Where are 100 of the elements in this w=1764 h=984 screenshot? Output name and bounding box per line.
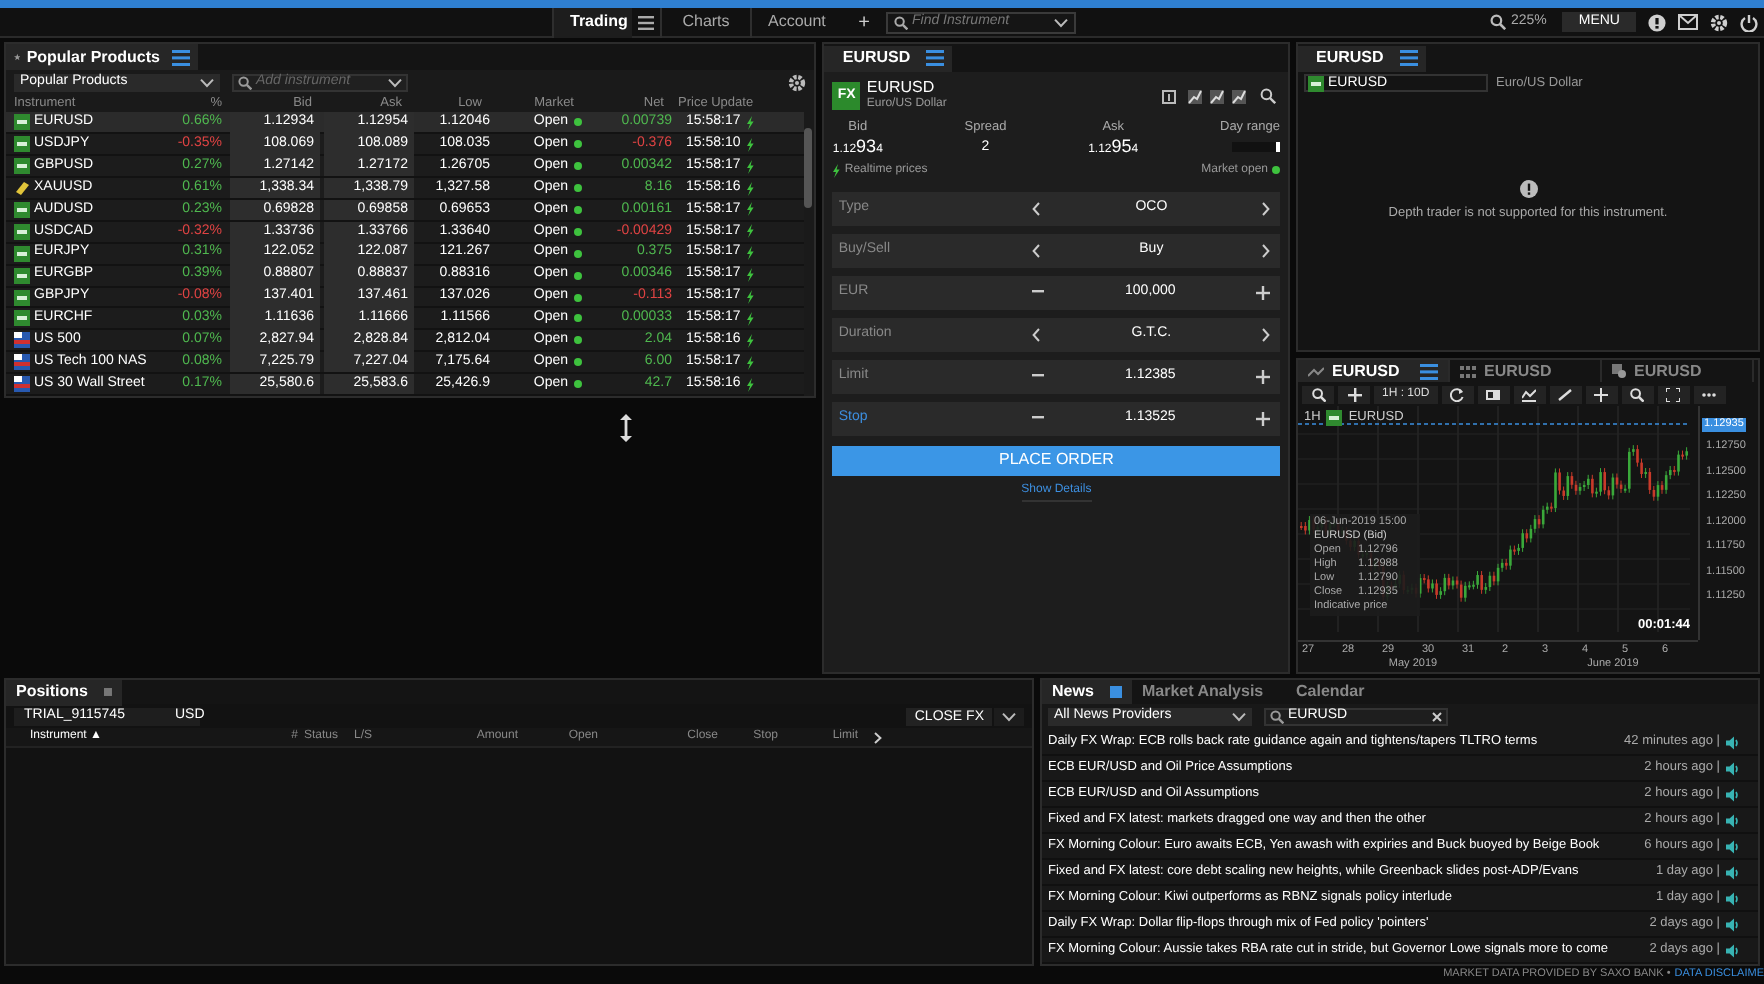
chevron-down-icon bbox=[1232, 712, 1246, 722]
draw-line-icon bbox=[1558, 388, 1573, 402]
chevron-right-icon[interactable] bbox=[1262, 243, 1270, 258]
speaker-icon[interactable] bbox=[1726, 865, 1740, 879]
crosshair-button[interactable] bbox=[1585, 386, 1618, 404]
refresh-icon bbox=[1450, 388, 1465, 402]
fullscreen-icon bbox=[1666, 388, 1681, 402]
menu-icon[interactable] bbox=[638, 15, 654, 29]
speaker-icon[interactable] bbox=[1726, 735, 1740, 749]
chart-icon[interactable] bbox=[1188, 89, 1202, 103]
star-icon bbox=[14, 50, 21, 64]
search-icon bbox=[1311, 388, 1325, 402]
flag-icon bbox=[14, 376, 30, 393]
info-icon[interactable] bbox=[1162, 89, 1176, 103]
chevron-down-icon bbox=[388, 77, 402, 88]
grid-icon bbox=[1460, 365, 1476, 377]
crosshair-icon bbox=[1594, 388, 1609, 402]
line-chart-icon bbox=[1308, 365, 1324, 377]
scrollbar-thumb[interactable] bbox=[804, 128, 813, 209]
dropdown-button[interactable] bbox=[994, 708, 1024, 726]
zoom-icon[interactable] bbox=[1490, 14, 1507, 30]
panel-tab[interactable]: EURUSD bbox=[824, 45, 953, 71]
chevron-left-icon[interactable] bbox=[1032, 327, 1041, 342]
ingot-icon bbox=[14, 180, 30, 197]
chevron-down-icon bbox=[1002, 712, 1016, 722]
speaker-icon[interactable] bbox=[1726, 761, 1740, 775]
search-icon bbox=[238, 75, 252, 90]
close-icon[interactable] bbox=[1432, 712, 1442, 722]
panel-tab[interactable]: Popular Products bbox=[6, 44, 198, 70]
chevron-right-icon[interactable] bbox=[874, 731, 882, 743]
chevron-left-icon[interactable] bbox=[1032, 201, 1041, 216]
chevron-right-icon[interactable] bbox=[1262, 201, 1270, 216]
menu-icon[interactable] bbox=[172, 49, 190, 65]
alert-icon bbox=[1519, 180, 1537, 198]
mail-icon[interactable] bbox=[1678, 14, 1698, 30]
plus-icon[interactable] bbox=[1256, 411, 1270, 426]
speaker-icon[interactable] bbox=[1726, 787, 1740, 801]
plus-icon[interactable] bbox=[1256, 369, 1270, 384]
panel-tab[interactable]: Positions bbox=[6, 679, 122, 705]
speaker-icon[interactable] bbox=[1726, 943, 1740, 957]
fx-icon bbox=[1308, 75, 1324, 92]
search-button[interactable] bbox=[1302, 386, 1334, 404]
toggle-icon bbox=[1486, 388, 1501, 402]
minus-icon[interactable] bbox=[1032, 290, 1045, 295]
minus-icon[interactable] bbox=[1032, 416, 1045, 421]
menu-icon[interactable] bbox=[926, 50, 945, 66]
help-icon[interactable] bbox=[1648, 13, 1666, 31]
indicators-icon bbox=[1522, 388, 1537, 402]
search-icon[interactable] bbox=[1260, 88, 1276, 104]
toggle-button[interactable] bbox=[1477, 386, 1510, 404]
tag-icon bbox=[1612, 364, 1626, 378]
menu-icon[interactable] bbox=[1399, 50, 1418, 66]
nav-tab[interactable]: Charts bbox=[660, 7, 750, 37]
speaker-icon[interactable] bbox=[1726, 891, 1740, 905]
draw-line-button[interactable] bbox=[1549, 386, 1582, 404]
nav-tab[interactable]: Trading bbox=[552, 7, 632, 37]
chevron-down-icon bbox=[1054, 17, 1068, 27]
settings-icon[interactable] bbox=[1710, 13, 1728, 31]
fullscreen-button[interactable] bbox=[1657, 386, 1690, 404]
square-icon bbox=[1110, 686, 1122, 698]
chevron-down-icon bbox=[200, 77, 214, 88]
minus-icon[interactable] bbox=[1032, 374, 1045, 379]
flag-icon bbox=[14, 354, 30, 371]
search-icon bbox=[894, 15, 908, 29]
more-icon bbox=[1702, 388, 1717, 402]
zoom-button[interactable] bbox=[1621, 386, 1654, 404]
plus-icon bbox=[1347, 388, 1361, 402]
more-button[interactable] bbox=[1693, 386, 1726, 404]
resize-handle-icon[interactable] bbox=[619, 414, 632, 442]
chevron-left-icon[interactable] bbox=[1032, 243, 1041, 258]
lightning-icon bbox=[832, 163, 841, 178]
power-icon[interactable] bbox=[1740, 13, 1758, 31]
zoom-icon bbox=[1630, 388, 1645, 402]
flag-icon bbox=[14, 332, 30, 349]
settings-icon[interactable] bbox=[788, 73, 807, 92]
nav-tab[interactable]: Account bbox=[750, 7, 840, 37]
panel-tab[interactable]: EURUSD bbox=[1298, 45, 1426, 71]
panel-tab[interactable]: Calendar bbox=[1286, 680, 1440, 704]
speaker-icon[interactable] bbox=[1726, 917, 1740, 931]
panel-tab[interactable]: EURUSD bbox=[1298, 360, 1450, 382]
panel-tab[interactable]: Market Analysis bbox=[1132, 680, 1286, 704]
chevron-right-icon[interactable] bbox=[1262, 327, 1270, 342]
instrument-name: EURUSD bbox=[866, 80, 937, 96]
search-icon bbox=[1270, 710, 1284, 724]
panel-tab[interactable]: EURUSD bbox=[1450, 360, 1602, 382]
menu-icon[interactable] bbox=[1420, 363, 1438, 379]
speaker-icon[interactable] bbox=[1726, 813, 1740, 827]
plus-icon[interactable] bbox=[1256, 285, 1270, 300]
fx-icon bbox=[1326, 409, 1343, 426]
add-button[interactable]: + bbox=[852, 7, 876, 37]
speaker-icon[interactable] bbox=[1726, 839, 1740, 853]
plus-button[interactable] bbox=[1338, 386, 1370, 404]
square-icon bbox=[104, 686, 112, 698]
day-range-bar bbox=[1232, 141, 1280, 152]
chart-icon[interactable] bbox=[1210, 89, 1224, 103]
refresh-button[interactable] bbox=[1441, 386, 1474, 404]
panel-tab[interactable]: EURUSD bbox=[1602, 360, 1754, 382]
indicators-button[interactable] bbox=[1513, 386, 1546, 404]
panel-tab[interactable]: News bbox=[1042, 680, 1132, 704]
chart-icon[interactable] bbox=[1232, 89, 1246, 103]
